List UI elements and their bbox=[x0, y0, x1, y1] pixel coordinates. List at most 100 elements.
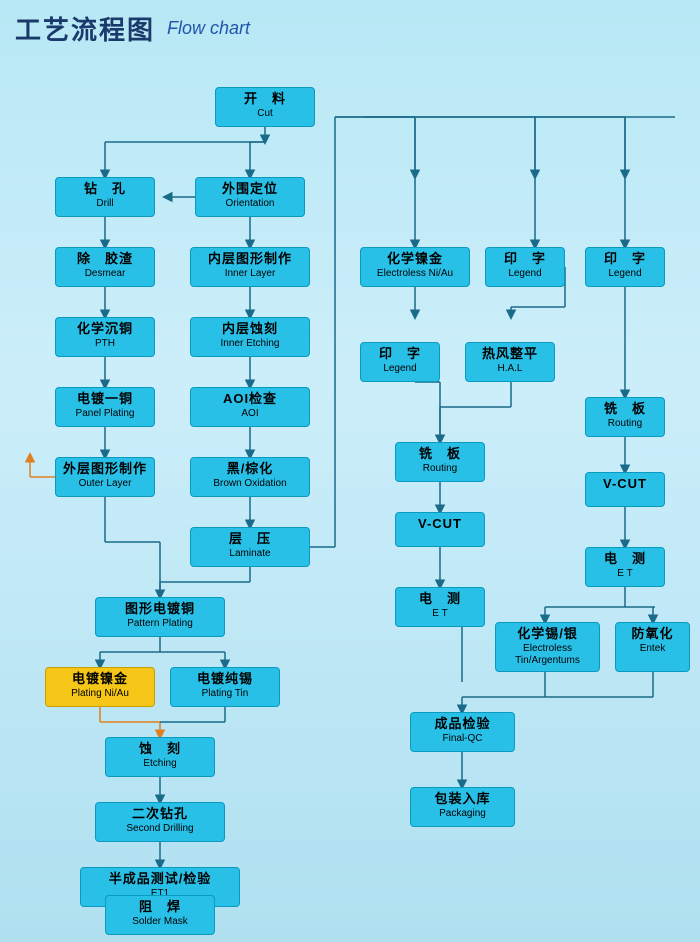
box-en-pattern_plating: Pattern Plating bbox=[102, 618, 218, 630]
box-cn-legend2: 印 字 bbox=[592, 251, 658, 268]
box-inner_layer: 内层图形制作Inner Layer bbox=[190, 247, 310, 287]
box-en-pth: PTH bbox=[62, 338, 148, 350]
box-en-etching: Etching bbox=[112, 758, 208, 770]
box-cn-hal: 热风整平 bbox=[472, 346, 548, 363]
box-laminate: 层 压Laminate bbox=[190, 527, 310, 567]
box-en-routing_main: Routing bbox=[402, 463, 478, 475]
box-routing_left: 铣 板Routing bbox=[585, 397, 665, 437]
box-cn-outer_layer: 外层图形制作 bbox=[62, 461, 148, 478]
box-cn-pth: 化学沉铜 bbox=[62, 321, 148, 338]
box-final_qc: 成品检验Final-QC bbox=[410, 712, 515, 752]
box-cn-inner_etching: 内层蚀刻 bbox=[197, 321, 303, 338]
box-legend3: 印 字Legend bbox=[360, 342, 440, 382]
box-cn-plating_tin: 电镀纯锡 bbox=[177, 671, 273, 688]
box-cn-plating_niau: 电镀镍金 bbox=[52, 671, 148, 688]
box-en-solder_mask: Solder Mask bbox=[112, 916, 208, 928]
box-plating_tin: 电镀纯锡Plating Tin bbox=[170, 667, 280, 707]
box-cn-routing_left: 铣 板 bbox=[592, 401, 658, 418]
box-en-et_main: E T bbox=[402, 608, 478, 620]
box-cn-electroless_niau: 化学镍金 bbox=[367, 251, 463, 268]
box-outer_layer: 外层图形制作Outer Layer bbox=[55, 457, 155, 497]
box-packaging: 包装入库Packaging bbox=[410, 787, 515, 827]
box-en-outer_layer: Outer Layer bbox=[62, 478, 148, 490]
box-desmear: 除 胶渣Desmear bbox=[55, 247, 155, 287]
chart-area: 开 料Cut 钻 孔Drill 外围定位Orientation 除 胶渣Desmear… bbox=[15, 57, 695, 927]
box-en-inner_etching: Inner Etching bbox=[197, 338, 303, 350]
box-en-electroless_niau: Electroless Ni/Au bbox=[367, 268, 463, 280]
box-cn-et_right: 电 测 bbox=[592, 551, 658, 568]
box-en-final_qc: Final-QC bbox=[417, 733, 508, 745]
box-inner_etching: 内层蚀刻Inner Etching bbox=[190, 317, 310, 357]
box-routing_main: 铣 板Routing bbox=[395, 442, 485, 482]
box-en-packaging: Packaging bbox=[417, 808, 508, 820]
box-aoi: AOI检查AOI bbox=[190, 387, 310, 427]
box-legend1: 印 字Legend bbox=[485, 247, 565, 287]
box-cn-laminate: 层 压 bbox=[197, 531, 303, 548]
box-en-aoi: AOI bbox=[197, 408, 303, 420]
box-cn-et1: 半成品测试/检验 bbox=[87, 871, 233, 888]
box-cn-pattern_plating: 图形电镀铜 bbox=[102, 601, 218, 618]
box-electroless_niau: 化学镍金Electroless Ni/Au bbox=[360, 247, 470, 287]
box-en-hal: H.A.L bbox=[472, 363, 548, 375]
box-drill: 钻 孔Drill bbox=[55, 177, 155, 217]
box-en-routing_left: Routing bbox=[592, 418, 658, 430]
box-en-laminate: Laminate bbox=[197, 548, 303, 560]
title-cn: 工艺流程图 bbox=[15, 10, 155, 47]
box-en-plating_tin: Plating Tin bbox=[177, 688, 273, 700]
title-en: Flow chart bbox=[167, 18, 250, 39]
box-en-drill: Drill bbox=[62, 198, 148, 210]
box-cn-solder_mask: 阻 焊 bbox=[112, 899, 208, 916]
box-cn-routing_main: 铣 板 bbox=[402, 446, 478, 463]
box-cn-brown_oxidation: 黑/棕化 bbox=[197, 461, 303, 478]
box-cn-cut: 开 料 bbox=[222, 91, 308, 108]
box-cn-vcut_left: V-CUT bbox=[592, 476, 658, 493]
box-en-second_drilling: Second Drilling bbox=[102, 823, 218, 835]
box-en-cut: Cut bbox=[222, 108, 308, 120]
page: 工艺流程图 Flow chart bbox=[0, 0, 700, 942]
box-cn-legend3: 印 字 bbox=[367, 346, 433, 363]
box-en-et_right: E T bbox=[592, 568, 658, 580]
box-entek: 防氧化Entek bbox=[615, 622, 690, 672]
box-cn-electroless_tin: 化学锡/银 bbox=[502, 626, 593, 643]
box-en-orientation: Orientation bbox=[202, 198, 298, 210]
box-en-entek: Entek bbox=[622, 643, 683, 655]
box-cut: 开 料Cut bbox=[215, 87, 315, 127]
box-electroless_tin: 化学锡/银Electroless Tin/Argentums bbox=[495, 622, 600, 672]
box-hal: 热风整平H.A.L bbox=[465, 342, 555, 382]
box-orientation: 外围定位Orientation bbox=[195, 177, 305, 217]
box-en-legend2: Legend bbox=[592, 268, 658, 280]
box-cn-vcut_main: V-CUT bbox=[402, 516, 478, 533]
box-cn-et_main: 电 测 bbox=[402, 591, 478, 608]
box-cn-inner_layer: 内层图形制作 bbox=[197, 251, 303, 268]
header: 工艺流程图 Flow chart bbox=[15, 10, 685, 47]
box-solder_mask: 阻 焊Solder Mask bbox=[105, 895, 215, 935]
box-vcut_left: V-CUT bbox=[585, 472, 665, 507]
box-legend2: 印 字Legend bbox=[585, 247, 665, 287]
box-en-legend3: Legend bbox=[367, 363, 433, 375]
box-et_right: 电 测E T bbox=[585, 547, 665, 587]
box-en-plating_niau: Plating Ni/Au bbox=[52, 688, 148, 700]
box-cn-drill: 钻 孔 bbox=[62, 181, 148, 198]
box-en-inner_layer: Inner Layer bbox=[197, 268, 303, 280]
box-en-desmear: Desmear bbox=[62, 268, 148, 280]
box-cn-second_drilling: 二次钻孔 bbox=[102, 806, 218, 823]
box-brown_oxidation: 黑/棕化Brown Oxidation bbox=[190, 457, 310, 497]
box-cn-aoi: AOI检查 bbox=[197, 391, 303, 408]
box-panel_plating: 电镀一铜Panel Plating bbox=[55, 387, 155, 427]
box-cn-orientation: 外围定位 bbox=[202, 181, 298, 198]
box-cn-entek: 防氧化 bbox=[622, 626, 683, 643]
box-cn-etching: 蚀 刻 bbox=[112, 741, 208, 758]
box-en-legend1: Legend bbox=[492, 268, 558, 280]
box-cn-packaging: 包装入库 bbox=[417, 791, 508, 808]
box-cn-panel_plating: 电镀一铜 bbox=[62, 391, 148, 408]
box-plating_niau: 电镀镍金Plating Ni/Au bbox=[45, 667, 155, 707]
box-en-electroless_tin: Electroless Tin/Argentums bbox=[502, 643, 593, 667]
box-cn-final_qc: 成品检验 bbox=[417, 716, 508, 733]
box-et_main: 电 测E T bbox=[395, 587, 485, 627]
box-etching: 蚀 刻Etching bbox=[105, 737, 215, 777]
box-cn-desmear: 除 胶渣 bbox=[62, 251, 148, 268]
box-second_drilling: 二次钻孔Second Drilling bbox=[95, 802, 225, 842]
box-en-panel_plating: Panel Plating bbox=[62, 408, 148, 420]
box-pth: 化学沉铜PTH bbox=[55, 317, 155, 357]
box-pattern_plating: 图形电镀铜Pattern Plating bbox=[95, 597, 225, 637]
